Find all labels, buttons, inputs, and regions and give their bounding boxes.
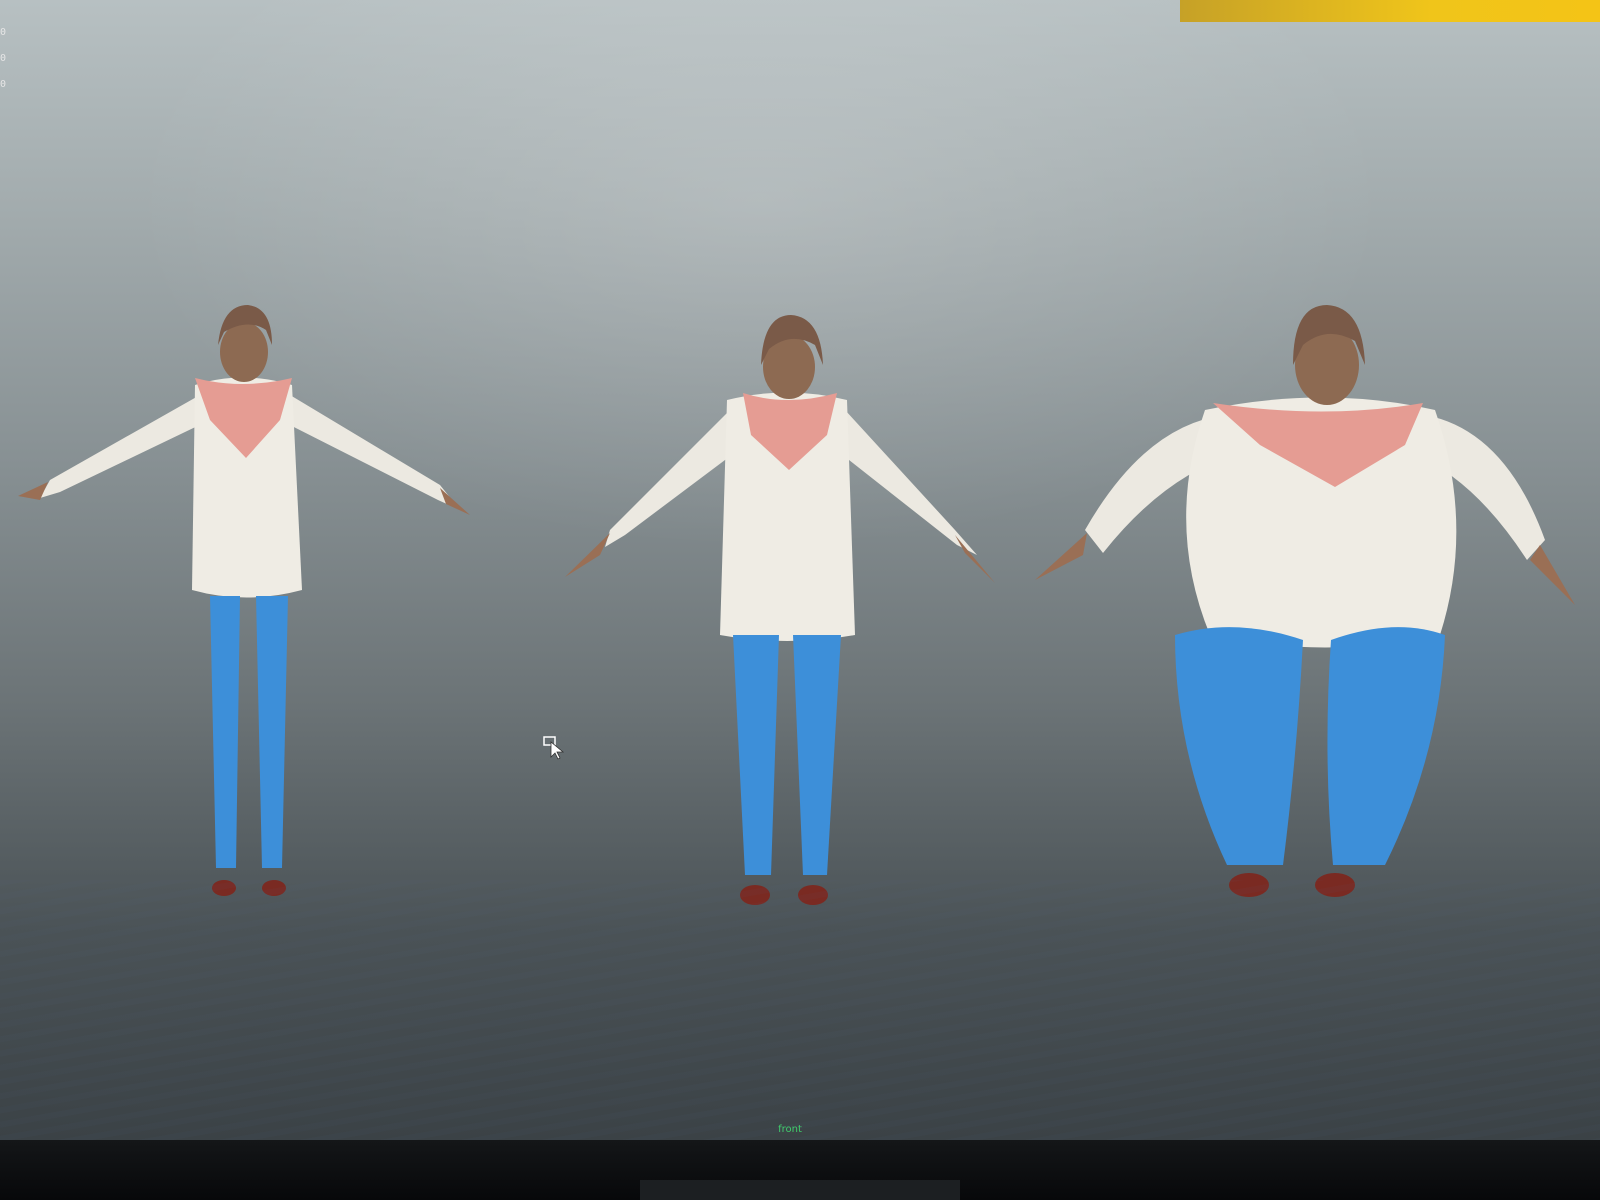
character-model-slim-shape [18, 305, 470, 896]
corner-readout: 0 0 0 [0, 20, 10, 98]
monitor-stand [640, 1180, 960, 1200]
readout-line: 0 [0, 53, 7, 64]
readout-line: 0 [0, 79, 7, 90]
3d-viewport[interactable]: 0 0 0 front [0, 0, 1600, 1140]
selection-cursor-icon [543, 736, 567, 760]
accent-bar [1180, 0, 1600, 22]
character-model-slim[interactable] [10, 300, 470, 920]
monitor-bezel [0, 1140, 1600, 1200]
view-label: front [778, 1124, 802, 1135]
character-model-average-shape [565, 315, 995, 905]
character-model-heavy[interactable] [1035, 305, 1595, 925]
top-bar [0, 0, 1600, 30]
character-model-average[interactable] [565, 315, 1025, 915]
character-model-heavy-shape [1035, 305, 1575, 897]
